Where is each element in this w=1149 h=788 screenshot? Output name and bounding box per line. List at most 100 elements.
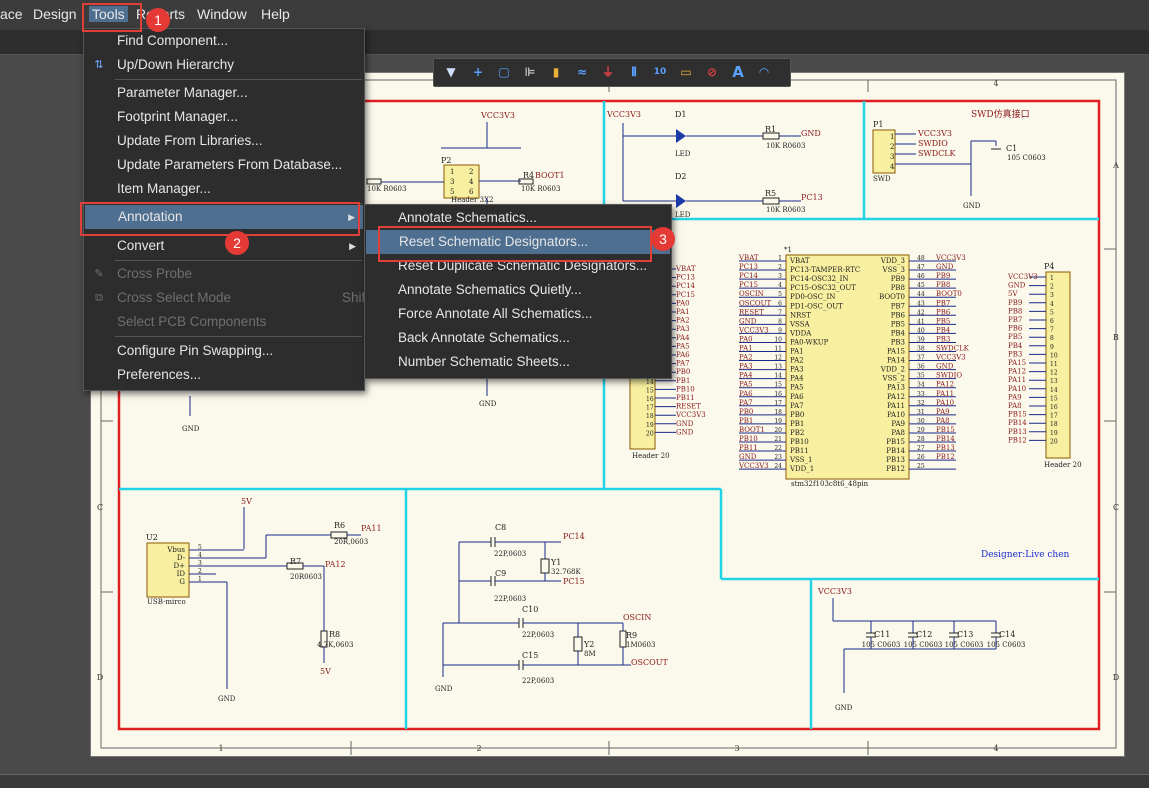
submenu-arrow-icon: ▶: [349, 241, 356, 251]
pin-number: 15: [774, 382, 782, 389]
pin-name: D-: [177, 554, 186, 562]
pin-number: 38: [917, 346, 925, 353]
pin-name: PA10: [887, 411, 905, 419]
net-label: VCC3V3: [935, 354, 966, 362]
pin-name: PA7: [790, 402, 804, 410]
menu-item-item-manager[interactable]: Item Manager...: [84, 177, 364, 201]
menu-item-up-down-hierarchy[interactable]: ⇅ Up/Down Hierarchy: [84, 53, 364, 77]
net-label: VCC3V3: [675, 411, 706, 419]
menu-item-number-schematic-sheets[interactable]: Number Schematic Sheets...: [365, 350, 671, 374]
port-icon[interactable]: ▭: [677, 63, 695, 81]
menu-window[interactable]: Window: [197, 6, 247, 22]
pin-name: PB12: [886, 465, 905, 473]
designator: U2: [146, 533, 158, 542]
menu-item-back-annotate-schematics[interactable]: Back Annotate Schematics...: [365, 326, 671, 350]
menu-design[interactable]: Design: [33, 6, 77, 22]
pin-name: PB0: [790, 411, 804, 419]
pin-number: 5: [450, 188, 454, 196]
pin-number: 3: [778, 273, 782, 280]
net-label: BOOT0: [936, 290, 962, 298]
net-label: PA9: [1008, 393, 1022, 401]
menu-item-find-component[interactable]: Find Component...: [84, 29, 364, 53]
ground-icon[interactable]: ⏚: [599, 63, 617, 81]
gnd-label: GND: [218, 695, 236, 703]
net-label: BOOT1: [535, 171, 565, 180]
menu-item-parameter-manager[interactable]: Parameter Manager...: [84, 81, 364, 105]
pin-number: 20: [646, 430, 654, 437]
pin-number: 18: [774, 409, 782, 416]
net-label: PB1: [739, 417, 753, 425]
menu-separator: [115, 260, 362, 261]
pin-number: 16: [646, 396, 654, 403]
menu-item-configure-pin-swapping[interactable]: Configure Pin Swapping...: [84, 339, 364, 363]
net-label: RESET: [676, 403, 701, 411]
net-label: PB3: [1008, 350, 1022, 358]
component-icon[interactable]: ▮: [547, 63, 565, 81]
designator: C15: [522, 651, 538, 660]
pin-name: PA9: [891, 420, 905, 428]
pin-number: 46: [917, 273, 925, 280]
menu-item-update-parameters-from-database[interactable]: Update Parameters From Database...: [84, 153, 364, 177]
pin-number: 2: [469, 168, 473, 176]
pin-name: VSS_2: [882, 375, 905, 383]
pin-name: PB2: [790, 429, 804, 437]
text-icon[interactable]: A: [729, 63, 747, 81]
crosshair-icon[interactable]: +: [469, 63, 487, 81]
net-label: PB12: [936, 453, 955, 461]
arc-icon[interactable]: ◠: [755, 63, 773, 81]
pin-number: 35: [917, 373, 925, 380]
pin-number: 1: [1050, 275, 1054, 282]
menu-separator: [115, 336, 362, 337]
pin-name: PC13-TAMPER-RTC: [790, 266, 860, 274]
pin-number: 30: [917, 418, 925, 425]
menu-place[interactable]: ace: [0, 6, 23, 22]
no-erc-icon[interactable]: ⊘: [703, 63, 721, 81]
net-label: VCC3V3: [738, 326, 769, 334]
resistor-r5: [762, 197, 780, 205]
cross-probe-icon: ✎: [94, 268, 104, 280]
column-label: 1: [218, 744, 223, 753]
pin-number: 16: [1050, 404, 1058, 411]
row-label: D: [1113, 673, 1119, 682]
menu-item-annotate-schematics-quietly[interactable]: Annotate Schematics Quietly...: [365, 278, 671, 302]
menu-item-force-annotate-all-schematics[interactable]: Force Annotate All Schematics...: [365, 302, 671, 326]
step-badge-1: 1: [146, 8, 170, 32]
pin-number: 34: [917, 382, 925, 389]
menu-help[interactable]: Help: [261, 6, 290, 22]
pin-name: VSS_1: [789, 456, 812, 464]
designator: C14: [999, 630, 1015, 639]
bus-icon[interactable]: ⫴: [625, 63, 643, 81]
menu-item-update-from-libraries[interactable]: Update From Libraries...: [84, 129, 364, 153]
pin-name: PB11: [790, 447, 809, 455]
net-label-icon[interactable]: 10: [651, 63, 669, 81]
pin-number: 1: [890, 133, 894, 141]
pin-number: 3: [1050, 292, 1054, 299]
net-label: PA11: [1008, 376, 1026, 384]
crystal-y2: [573, 636, 583, 652]
select-rect-icon[interactable]: ▢: [495, 63, 513, 81]
net-label: PB11: [676, 394, 695, 402]
menu-item-preferences[interactable]: Preferences...: [84, 363, 364, 387]
net-label: GND: [1008, 282, 1026, 290]
pin-number: 14: [646, 379, 654, 386]
pin-number: 13: [774, 364, 782, 371]
wire-icon[interactable]: ≈: [573, 63, 591, 81]
align-icon[interactable]: ⊫: [521, 63, 539, 81]
menu-item-convert[interactable]: Convert ▶: [84, 234, 364, 258]
column-label: 3: [734, 744, 739, 753]
menu-item-footprint-manager[interactable]: Footprint Manager...: [84, 105, 364, 129]
highlight-annotation-item: [80, 202, 360, 236]
net-label: PB7: [1008, 316, 1022, 324]
pin-name: PA3: [790, 366, 804, 374]
pin-number: 39: [917, 336, 925, 343]
filter-icon[interactable]: ▼: [442, 63, 460, 81]
designator: C8: [495, 523, 506, 532]
swd-title: SWD仿真接口: [971, 108, 1030, 120]
net-label: PA3: [676, 325, 690, 333]
value-label: Header 20: [1044, 461, 1082, 469]
pin-number: 45: [917, 282, 925, 289]
row-label: C: [1113, 503, 1119, 512]
menu-item-cross-select-mode: ⧉Cross Select ModeShift+Ctrl+X: [84, 286, 415, 310]
pin-name: PD1-OSC_OUT: [790, 302, 843, 310]
net-label: VCC3V3: [606, 110, 641, 119]
